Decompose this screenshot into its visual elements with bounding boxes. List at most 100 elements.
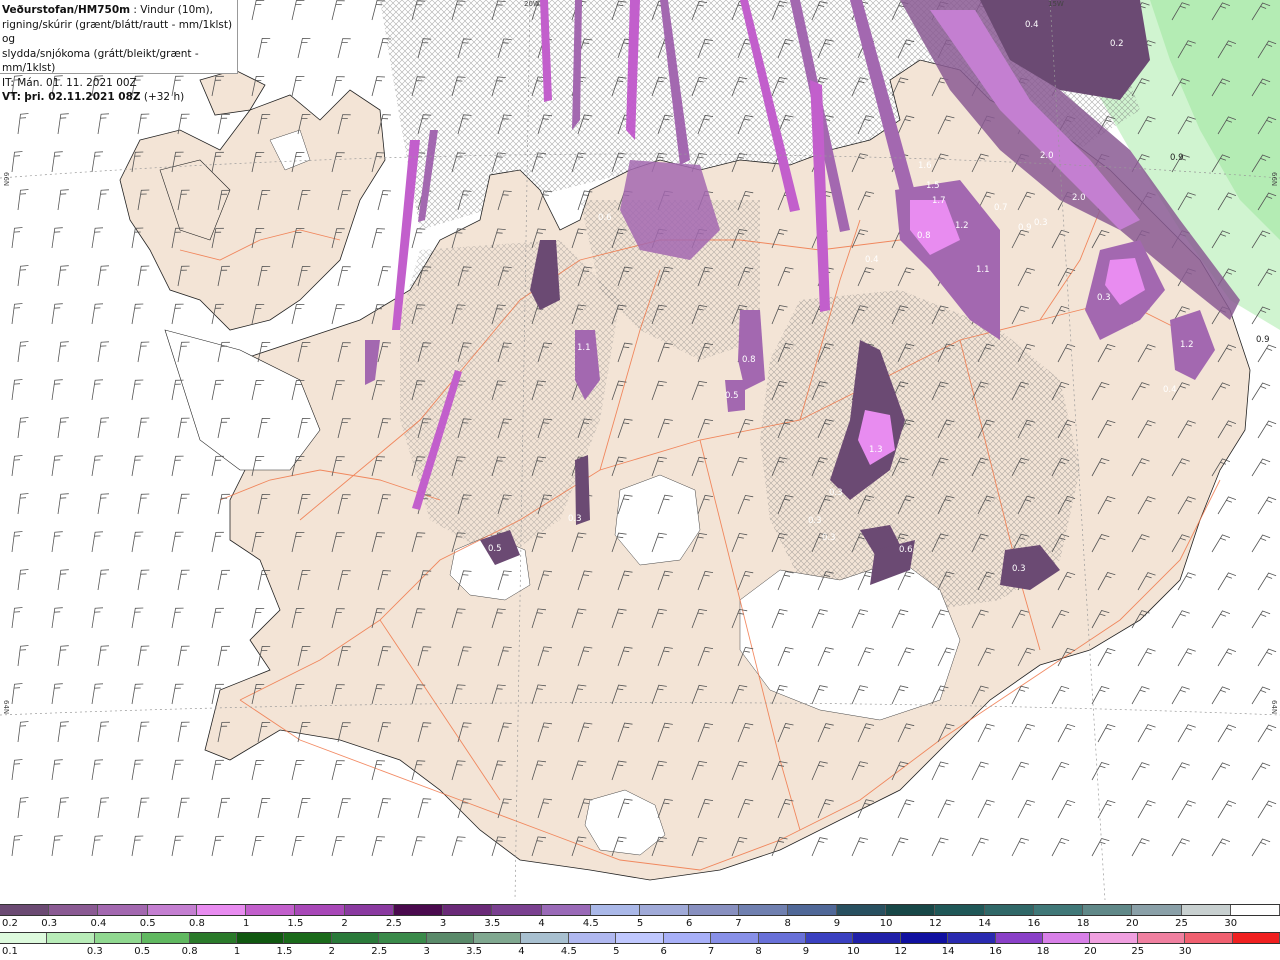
- lat-label-66n-left: 66N: [2, 172, 10, 187]
- legend-swatch: [426, 933, 475, 943]
- legend-swatch: [0, 933, 48, 943]
- legend-swatch: [379, 933, 427, 943]
- info-desc-1: : Vindur (10m),: [130, 4, 213, 16]
- legend-swatch: [1090, 933, 1138, 943]
- precip-label: 1.1: [976, 265, 990, 275]
- legend-swatch: [1042, 933, 1091, 943]
- legend-swatch: [393, 905, 444, 915]
- legend-swatch: [541, 905, 591, 915]
- legend-swatch: [948, 933, 996, 943]
- legend-swatch: [474, 933, 522, 943]
- legend-label: 18: [1076, 918, 1090, 929]
- legend-label: 1.5: [287, 918, 304, 929]
- legend-swatch: [787, 905, 837, 915]
- lon-label-20w: 20W: [524, 0, 540, 8]
- legend-swatch: [49, 905, 99, 915]
- precip-label: 0.7: [994, 203, 1008, 213]
- legend-swatch: [590, 905, 641, 915]
- legend-swatch: [640, 905, 690, 915]
- precip-label: 0.5: [488, 544, 502, 554]
- legend-swatch: [331, 933, 380, 943]
- legend-rain-labels: 0.1 0.3 0.5 0.8 1 1.5 2 2.5 3 3.5 4 4.5 5 6 7 8 9 10 12 14 1…: [0, 946, 1280, 958]
- legend-swatch: [689, 905, 739, 915]
- legend-label: 4: [518, 946, 525, 957]
- info-desc-2: rigning/skúrir (grænt/blátt/rautt - mm/1…: [2, 18, 233, 46]
- lon-label-15w: 15W: [1048, 0, 1064, 8]
- legend-swatch: [1033, 905, 1084, 915]
- legend-label: 7: [735, 918, 742, 929]
- precip-label: 0.6: [899, 545, 913, 555]
- precip-label: 1.2: [1180, 340, 1194, 350]
- legend-label: 30: [1224, 918, 1238, 929]
- legend-swatch: [568, 933, 617, 943]
- precip-label: 0.3: [568, 514, 582, 524]
- legend-swatch: [1083, 905, 1133, 915]
- legend-label: 0.5: [139, 918, 156, 929]
- legend-swatch: [935, 905, 985, 915]
- precip-label: 1.3: [869, 445, 883, 455]
- precip-label: 0.8: [917, 231, 931, 241]
- legend-swatch: [147, 905, 197, 915]
- legend-swatch: [1137, 933, 1186, 943]
- legend-swatch: [711, 933, 759, 943]
- legend-label: 0.1: [2, 946, 18, 957]
- legend-swatch: [900, 933, 949, 943]
- legend-label: 3: [439, 918, 447, 929]
- legend-swatch: [142, 933, 190, 943]
- legend-label: 0.3: [86, 946, 103, 957]
- lat-label-64n-right: 64N: [1270, 700, 1278, 715]
- legend-label: 3.5: [466, 946, 483, 957]
- legend-swatch: [758, 933, 806, 943]
- legend-label: 20: [1083, 946, 1097, 957]
- legend-label: 5: [636, 918, 644, 929]
- legend-label: 1: [242, 918, 250, 929]
- legend-label: 9: [802, 946, 810, 957]
- precip-label: 0.3: [1097, 293, 1111, 303]
- legend-label: 4.5: [560, 946, 577, 957]
- legend-label: 0.5: [134, 946, 151, 957]
- legend-label: 4.5: [582, 918, 599, 929]
- info-title-line: Veðurstofan/HM750m : Vindur (10m),: [2, 3, 235, 18]
- legend-label: 0.4: [90, 918, 107, 929]
- precip-label: 0.9: [1018, 223, 1032, 233]
- legend-swatch: [663, 933, 712, 943]
- legend-label: 2: [341, 918, 348, 929]
- info-vt-offset: (+32 h): [143, 91, 185, 103]
- legend-swatch: [886, 905, 936, 915]
- legend-label: 5: [613, 946, 620, 957]
- legend-label: 2: [328, 946, 336, 957]
- precip-label: 0.3: [808, 516, 822, 526]
- map-info-box: Veðurstofan/HM750m : Vindur (10m), rigni…: [0, 0, 238, 103]
- precip-label: 1.5: [926, 181, 940, 191]
- lat-label-64n-left: 64N: [2, 700, 10, 715]
- precip-label: 2.0: [1040, 151, 1054, 161]
- legend-label: 3.5: [484, 918, 501, 929]
- legend-label: 0.2: [2, 918, 18, 929]
- legend-label: 20: [1125, 918, 1139, 929]
- legend-label: 18: [1036, 946, 1050, 957]
- precip-label: 0.3: [822, 533, 836, 543]
- info-title: Veðurstofan/HM750m: [2, 4, 131, 16]
- precip-label: 0.4: [865, 255, 879, 265]
- legend-swatch: [738, 905, 788, 915]
- legend-label: 6: [660, 946, 667, 957]
- legend-swatch: [616, 933, 664, 943]
- legend-swatch: [1230, 905, 1280, 915]
- legend-label: 25: [1175, 918, 1188, 929]
- info-desc-3: slydda/snjókoma (grátt/bleikt/grænt - mm…: [2, 47, 199, 75]
- info-vt-prefix: VT:: [2, 91, 21, 103]
- legend-swatch: [189, 933, 238, 943]
- legend-swatch: [295, 905, 345, 915]
- legend-label: 4: [538, 918, 545, 929]
- legend-swatch: [196, 905, 247, 915]
- precip-label: 0.6: [598, 213, 612, 223]
- precip-label: 1.6: [918, 161, 932, 171]
- legend-swatch: [805, 933, 854, 943]
- legend-label: 14: [978, 918, 991, 929]
- legend-label: 0.3: [41, 918, 58, 929]
- precip-label: 0.4: [1163, 385, 1177, 395]
- precip-label: 0.3: [1012, 564, 1026, 574]
- legend-swatch: [237, 933, 285, 943]
- legend-swatch: [98, 905, 148, 915]
- legend-label: 1.5: [276, 946, 293, 957]
